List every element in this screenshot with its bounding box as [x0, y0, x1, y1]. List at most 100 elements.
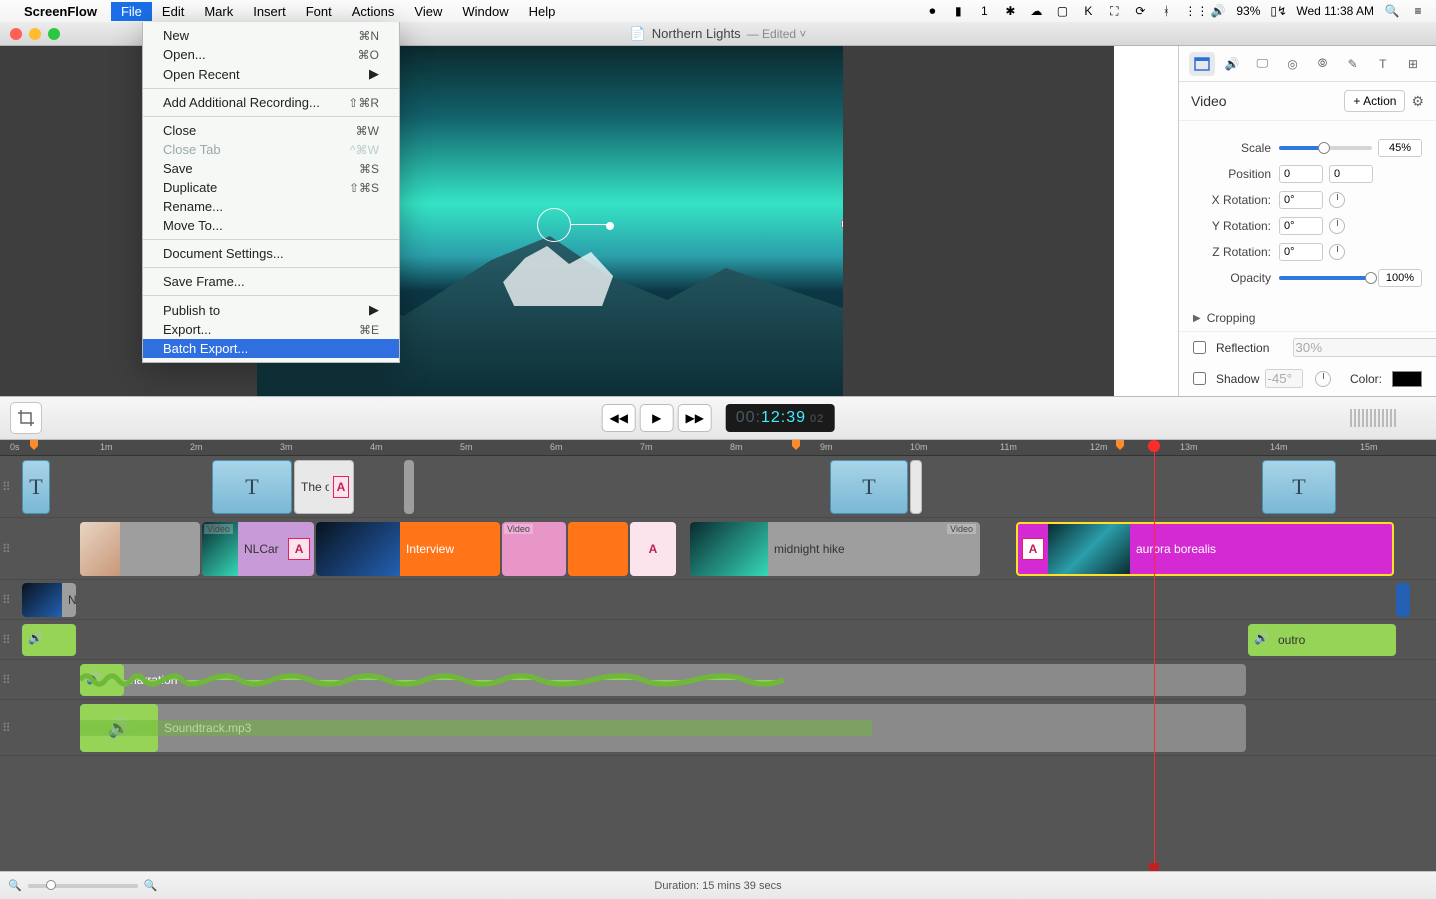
k-icon[interactable]: K: [1080, 4, 1096, 18]
menu-save[interactable]: Save⌘S: [143, 159, 399, 178]
menu-help[interactable]: Help: [519, 2, 566, 21]
reflection-value[interactable]: [1293, 338, 1436, 357]
xrot-dial[interactable]: [1329, 192, 1345, 208]
audio-clip-outro[interactable]: 🔊outro: [1248, 624, 1396, 656]
zoom-out-icon[interactable]: 🔍: [8, 879, 22, 892]
crop-button[interactable]: [10, 402, 42, 434]
position-x[interactable]: [1279, 165, 1323, 183]
text-clip[interactable]: T: [22, 460, 50, 514]
audio-clip[interactable]: 🔊: [22, 624, 76, 656]
text-clip[interactable]: T: [212, 460, 292, 514]
wifi-icon[interactable]: ⋮⋮: [1184, 4, 1200, 18]
menu-batch-export[interactable]: Batch Export...: [143, 339, 399, 358]
video-clip-interview[interactable]: Interview: [316, 522, 500, 576]
clip[interactable]: [404, 460, 414, 514]
tab-callout[interactable]: ◎: [1279, 52, 1305, 76]
display-icon[interactable]: ⛶: [1106, 4, 1122, 19]
spotlight-icon[interactable]: 🔍: [1384, 4, 1400, 18]
battery-pct[interactable]: 93%: [1236, 4, 1260, 18]
text-clip[interactable]: T: [830, 460, 908, 514]
track-6[interactable]: ⠿ 🔊 Soundtrack.mp3: [0, 700, 1436, 756]
camera-icon[interactable]: ⏺: [924, 4, 940, 19]
edited-indicator[interactable]: — Edited ˅: [747, 27, 807, 41]
scale-slider[interactable]: [1279, 146, 1372, 150]
shadow-color-swatch[interactable]: [1392, 371, 1422, 387]
playhead[interactable]: [1154, 440, 1155, 871]
play-button[interactable]: ▶: [640, 404, 674, 432]
menu-duplicate[interactable]: Duplicate⇧⌘S: [143, 178, 399, 197]
menu-mark[interactable]: Mark: [194, 2, 243, 21]
text-clip[interactable]: T: [1262, 460, 1336, 514]
adobe-icon[interactable]: ▮: [950, 4, 966, 18]
menu-view[interactable]: View: [404, 2, 452, 21]
rewind-button[interactable]: ◀◀: [602, 404, 636, 432]
clock[interactable]: Wed 11:38 AM: [1296, 4, 1374, 18]
selection-handle[interactable]: [571, 224, 611, 225]
menu-add-recording[interactable]: Add Additional Recording...⇧⌘R: [143, 93, 399, 112]
marker-icon[interactable]: [792, 440, 800, 450]
tab-video[interactable]: [1189, 52, 1215, 76]
video-clip-hike[interactable]: midnight hikeVideo: [690, 522, 980, 576]
traffic-close[interactable]: [10, 28, 22, 40]
tab-annotate[interactable]: ✎: [1340, 52, 1366, 76]
menu-actions[interactable]: Actions: [342, 2, 405, 21]
track-grip[interactable]: ⠿: [2, 485, 10, 489]
shadow-checkbox[interactable]: [1193, 372, 1206, 385]
menu-move-to[interactable]: Move To...: [143, 216, 399, 235]
track-grip[interactable]: ⠿: [2, 678, 10, 682]
cropping-disclosure[interactable]: ▶Cropping: [1179, 305, 1436, 331]
menu-font[interactable]: Font: [296, 2, 342, 21]
sync-icon[interactable]: ⟳: [1132, 4, 1148, 18]
add-action-button[interactable]: + Action: [1344, 90, 1405, 112]
menu-open[interactable]: Open...⌘O: [143, 45, 399, 64]
yrot-dial[interactable]: [1329, 218, 1345, 234]
scale-value[interactable]: [1378, 139, 1422, 157]
annotation-clip[interactable]: A: [630, 522, 676, 576]
menu-close[interactable]: Close⌘W: [143, 121, 399, 140]
bluetooth-icon[interactable]: ᚼ: [1158, 4, 1174, 18]
track-grip[interactable]: ⠿: [2, 547, 10, 551]
audio-clip-narration[interactable]: 🔊 narration: [80, 664, 1246, 696]
video-clip[interactable]: [1396, 583, 1410, 617]
tab-text[interactable]: T: [1370, 52, 1396, 76]
marker-icon[interactable]: [1116, 440, 1124, 450]
cloud-icon[interactable]: ☁: [1028, 4, 1044, 18]
tab-screen[interactable]: 🖵: [1249, 52, 1275, 76]
menu-open-recent[interactable]: Open Recent▶: [143, 64, 399, 84]
one-icon[interactable]: 1: [976, 4, 992, 18]
track-grip[interactable]: ⠿: [2, 726, 10, 730]
zoom-in-icon[interactable]: 🔍: [144, 879, 158, 892]
track-5[interactable]: ⠿ 🔊 narration: [0, 660, 1436, 700]
evernote-icon[interactable]: ✱: [1002, 4, 1018, 18]
track-grip[interactable]: ⠿: [2, 638, 10, 642]
yrot-value[interactable]: [1279, 217, 1323, 235]
audio-clip-soundtrack[interactable]: 🔊 Soundtrack.mp3: [80, 704, 1246, 752]
timeline[interactable]: 0s 1m 2m 3m 4m 5m 6m 7m 8m 9m 10m 11m 12…: [0, 440, 1436, 871]
video-clip-aurora[interactable]: Aaurora borealis: [1016, 522, 1394, 576]
menu-doc-settings[interactable]: Document Settings...: [143, 244, 399, 263]
menu-new[interactable]: New⌘N: [143, 26, 399, 45]
zrot-value[interactable]: [1279, 243, 1323, 261]
box-icon[interactable]: ▢: [1054, 4, 1070, 18]
video-clip[interactable]: [80, 522, 200, 576]
track-2[interactable]: ⠿ VideoNLCarA Interview Video A midnight…: [0, 518, 1436, 580]
menu-save-frame[interactable]: Save Frame...: [143, 272, 399, 291]
tab-touch[interactable]: ⦾: [1310, 52, 1336, 76]
marker-icon[interactable]: [30, 440, 38, 450]
shadow-angle[interactable]: [1265, 369, 1303, 388]
tab-audio[interactable]: 🔊: [1219, 52, 1245, 76]
text-clip[interactable]: The oA: [294, 460, 354, 514]
volume-icon[interactable]: 🔊: [1210, 4, 1226, 18]
menu-file[interactable]: File: [111, 2, 152, 21]
notifications-icon[interactable]: ≡: [1410, 4, 1426, 18]
tab-media[interactable]: ⊞: [1400, 52, 1426, 76]
track-grip[interactable]: ⠿: [2, 598, 10, 602]
menu-rename[interactable]: Rename...: [143, 197, 399, 216]
video-clip-nl[interactable]: VideoNLCarA: [202, 522, 314, 576]
zrot-dial[interactable]: [1329, 244, 1345, 260]
scrub-control[interactable]: [1350, 409, 1396, 427]
timecode-display[interactable]: 00:12:39 02: [726, 404, 835, 432]
opacity-value[interactable]: [1378, 269, 1422, 287]
video-clip[interactable]: N: [22, 583, 76, 617]
traffic-minimize[interactable]: [29, 28, 41, 40]
